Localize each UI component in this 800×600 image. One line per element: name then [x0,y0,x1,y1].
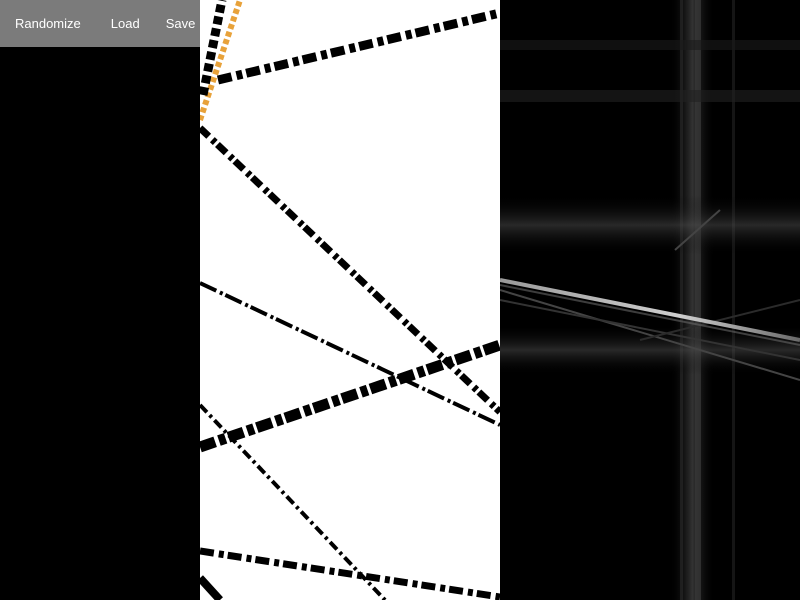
drawing-canvas[interactable] [200,0,500,600]
line-stroke [216,8,500,85]
app-root: Randomize Load Save [0,0,800,600]
line-stroke [200,547,500,600]
transform-view [500,0,800,600]
randomize-button[interactable]: Randomize [7,10,89,37]
toolbar: Randomize Load Save [0,0,200,47]
save-button[interactable]: Save [158,10,204,37]
load-button[interactable]: Load [103,10,148,37]
left-panel: Randomize Load Save [0,0,200,600]
line-stroke [200,281,500,427]
transform-image [500,0,800,600]
line-stroke [200,125,500,415]
line-stroke [200,339,500,453]
line-drawing [200,0,500,600]
line-stroke [200,575,223,600]
